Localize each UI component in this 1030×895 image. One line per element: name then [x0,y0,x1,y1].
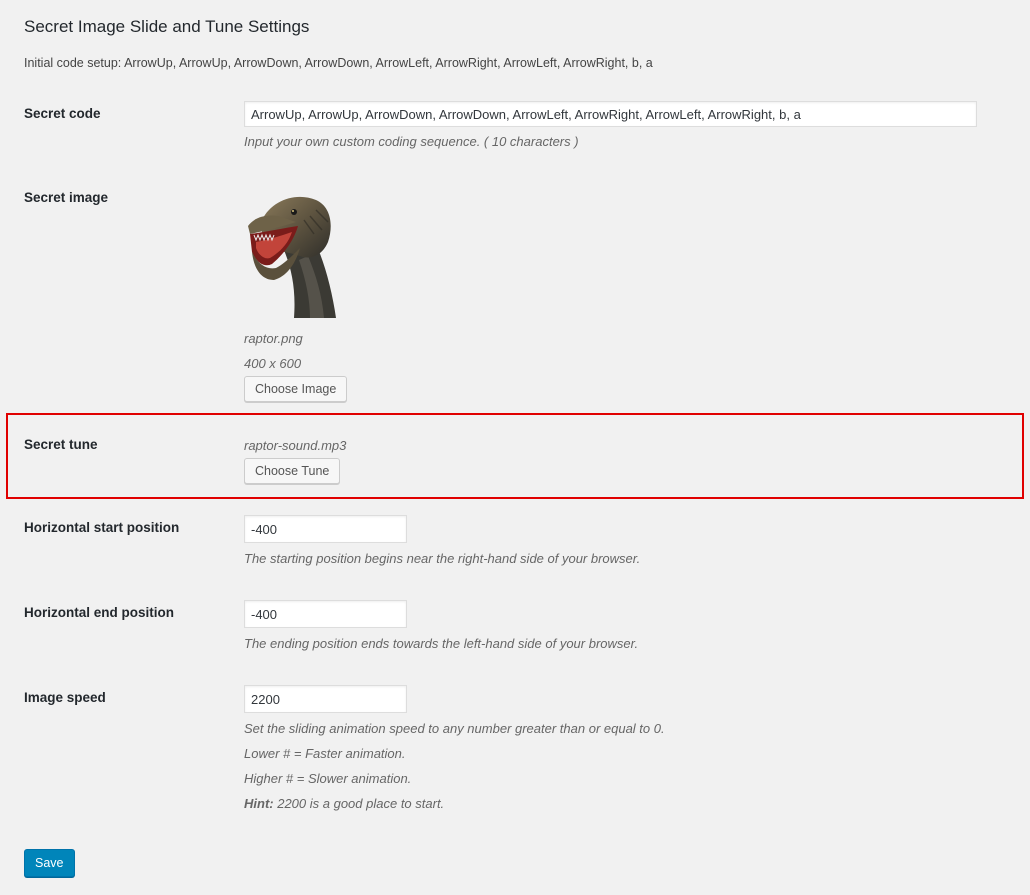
highlight-box [6,413,1024,499]
hint-text: 2200 is a good place to start. [273,796,445,811]
horizontal-start-description: The starting position begins near the ri… [244,551,641,566]
secret-code-label: Secret code [24,106,101,121]
image-speed-label: Image speed [24,690,106,705]
image-speed-field-group: Set the sliding animation speed to any n… [244,685,665,816]
horizontal-end-field-group: The ending position ends towards the lef… [244,600,638,656]
horizontal-start-input[interactable] [244,515,407,543]
image-speed-input[interactable] [244,685,407,713]
horizontal-start-field-group: The starting position begins near the ri… [244,515,640,571]
secret-tune-field-group: raptor-sound.mp3 Choose Tune [244,433,346,484]
initial-code-info: Initial code setup: ArrowUp, ArrowUp, Ar… [24,56,653,70]
secret-code-input[interactable] [244,101,977,127]
page-title: Secret Image Slide and Tune Settings [24,17,310,36]
hint-label: Hint: [244,796,274,811]
horizontal-end-description: The ending position ends towards the lef… [244,636,639,651]
image-speed-hint: Hint: 2200 is a good place to start. [244,791,665,816]
image-speed-description: Set the sliding animation speed to any n… [244,721,665,736]
secret-image-label: Secret image [24,190,109,205]
image-speed-lower-note: Lower # = Faster animation. [244,746,406,761]
secret-image-dimensions: 400 x 600 [244,356,302,371]
raptor-image-preview [248,196,336,318]
choose-tune-button[interactable]: Choose Tune [244,458,341,484]
secret-tune-label: Secret tune [24,437,98,452]
secret-tune-filename: raptor-sound.mp3 [244,438,347,453]
save-button[interactable]: Save [24,849,75,877]
secret-code-description: Input your own custom coding sequence. (… [244,134,579,149]
horizontal-end-input[interactable] [244,600,407,628]
secret-image-field-group: raptor.png 400 x 600 Choose Image [244,190,348,402]
secret-code-field-group: Input your own custom coding sequence. (… [244,101,977,154]
horizontal-start-label: Horizontal start position [24,520,180,535]
secret-image-filename: raptor.png [244,331,303,346]
horizontal-end-label: Horizontal end position [24,605,174,620]
image-speed-higher-note: Higher # = Slower animation. [244,771,412,786]
choose-image-button[interactable]: Choose Image [244,376,348,402]
